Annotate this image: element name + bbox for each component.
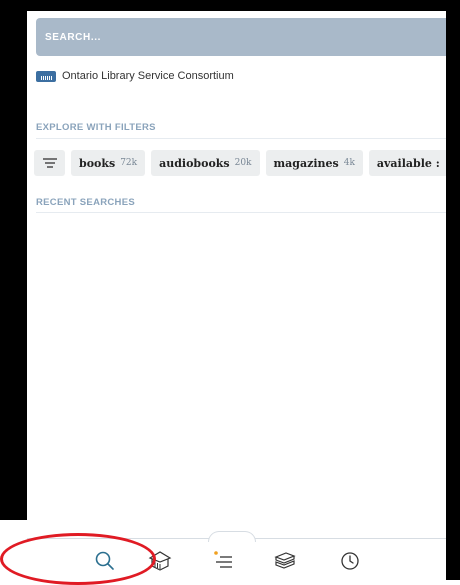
- explore-divider: [36, 138, 446, 139]
- app-screen: SEARCH... Ontario Library Service Consor…: [27, 11, 446, 580]
- library-selector[interactable]: Ontario Library Service Consortium: [36, 67, 234, 85]
- chip-label: audiobooks: [159, 156, 230, 170]
- recent-searches-heading: RECENT SEARCHES: [36, 197, 135, 208]
- recent-divider: [36, 212, 446, 213]
- filters-button[interactable]: [34, 150, 65, 176]
- chip-audiobooks[interactable]: audiobooks 20k: [151, 150, 260, 176]
- highlight-circle-annotation: [0, 533, 156, 585]
- library-logo-icon: [36, 70, 56, 82]
- chip-books[interactable]: books 72k: [71, 150, 146, 176]
- chip-label: available :: [376, 156, 440, 170]
- explore-heading: EXPLORE WITH FILTERS: [36, 122, 156, 133]
- filter-lines-icon: [42, 158, 57, 168]
- clock-icon[interactable]: [338, 549, 362, 573]
- frame-left: [0, 0, 27, 580]
- filter-chips: books 72k audiobooks 20k magazines 4k av…: [34, 150, 446, 176]
- chip-magazines[interactable]: magazines 4k: [265, 150, 363, 176]
- chip-count: 72k: [120, 158, 138, 168]
- nav-notch: [208, 531, 256, 542]
- frame-top: [0, 0, 460, 11]
- menu-lines-icon[interactable]: [212, 549, 236, 573]
- chip-label: magazines: [273, 156, 339, 170]
- frame-right: [446, 0, 460, 580]
- books-stack-icon[interactable]: [273, 549, 297, 573]
- chip-available[interactable]: available :: [368, 150, 446, 176]
- chip-count: 4k: [343, 158, 355, 168]
- search-placeholder: SEARCH...: [45, 31, 101, 43]
- chip-count: 20k: [234, 158, 252, 168]
- library-name: Ontario Library Service Consortium: [62, 70, 234, 82]
- chip-label: books: [79, 156, 116, 170]
- search-input[interactable]: SEARCH...: [36, 18, 446, 56]
